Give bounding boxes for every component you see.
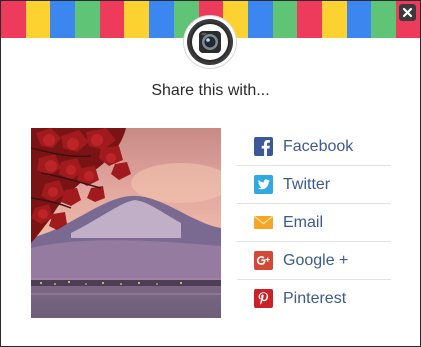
share-item-email[interactable]: Email <box>237 204 391 242</box>
pinterest-icon <box>254 289 273 308</box>
share-item-label: Pinterest <box>283 290 347 307</box>
share-item-label: Google + <box>283 252 349 269</box>
share-options-list: Facebook Twitter Email Google + Pinteres… <box>237 128 391 317</box>
camera-badge <box>184 16 236 68</box>
dialog-title: Share this with... <box>151 82 270 99</box>
color-stripe <box>247 1 273 38</box>
color-stripe <box>149 1 174 38</box>
share-item-label: Facebook <box>283 138 354 155</box>
share-item-twitter[interactable]: Twitter <box>237 166 391 204</box>
color-stripe <box>124 1 150 38</box>
color-stripe <box>99 1 125 38</box>
color-stripe <box>297 1 322 38</box>
color-stripe <box>50 1 76 38</box>
facebook-icon <box>254 137 273 156</box>
share-item-label: Email <box>283 214 324 231</box>
share-item-facebook[interactable]: Facebook <box>237 128 391 166</box>
color-stripe <box>25 1 51 38</box>
color-stripe <box>75 1 100 38</box>
share-item-pinterest[interactable]: Pinterest <box>237 280 391 317</box>
preview-photo <box>31 128 221 318</box>
color-stripe <box>1 1 26 38</box>
camera-icon <box>187 19 233 65</box>
share-item-label: Twitter <box>283 176 331 193</box>
color-stripe <box>272 1 298 38</box>
email-icon <box>254 213 273 232</box>
color-stripe <box>321 1 347 38</box>
google-plus-icon <box>254 251 273 270</box>
twitter-icon <box>254 175 273 194</box>
share-dialog: Share this with... Facebook Twitter Emai… <box>0 0 421 347</box>
color-stripe <box>346 1 372 38</box>
close-icon <box>402 7 413 18</box>
share-item-google-plus[interactable]: Google + <box>237 242 391 280</box>
close-button[interactable] <box>399 4 416 21</box>
color-stripe <box>371 1 396 38</box>
